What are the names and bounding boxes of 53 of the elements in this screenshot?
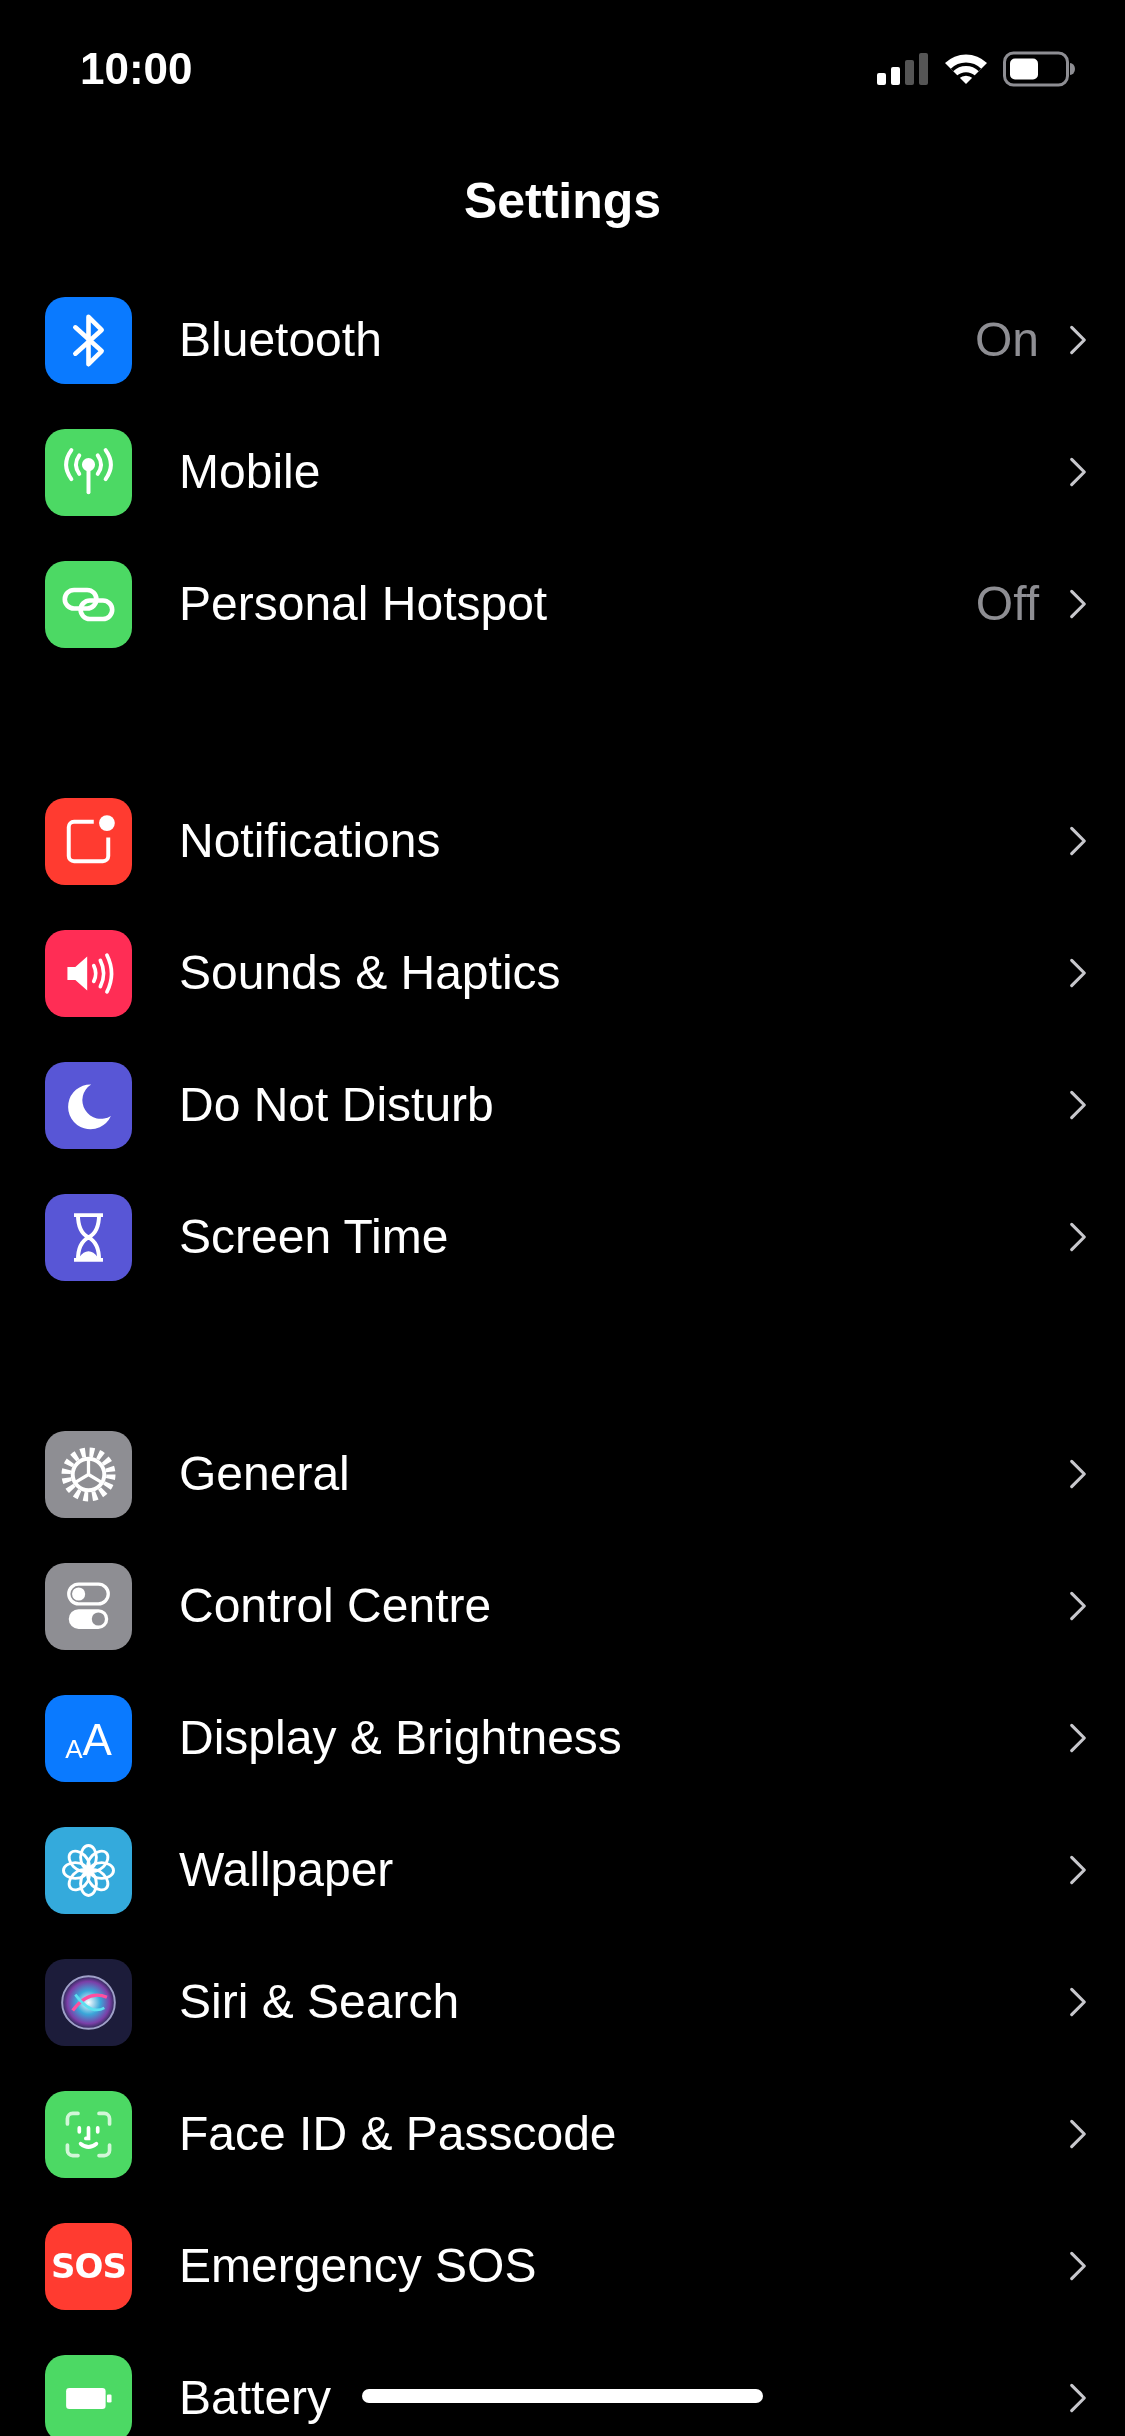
settings-row[interactable]: Bluetooth On — [0, 274, 1125, 406]
row-label: Do Not Disturb — [179, 1077, 494, 1133]
chevron-icon — [1069, 1854, 1087, 1886]
row-label: Siri & Search — [179, 1974, 460, 2030]
row-label: Sounds & Haptics — [179, 945, 561, 1001]
settings-row[interactable]: Siri & Search — [0, 1936, 1125, 2068]
settings-row[interactable]: Face ID & Passcode — [0, 2068, 1125, 2200]
settings-row[interactable]: Do Not Disturb — [0, 1039, 1125, 1171]
row-label: General — [179, 1446, 350, 1502]
settings-row[interactable]: Screen Time — [0, 1171, 1125, 1303]
battery-status-icon — [1003, 51, 1075, 87]
signal-icon — [877, 53, 929, 85]
settings-row[interactable]: AA Display & Brightness — [0, 1672, 1125, 1804]
chevron-icon — [1069, 1722, 1087, 1754]
row-label: Face ID & Passcode — [179, 2106, 617, 2162]
chevron-icon — [1069, 324, 1087, 356]
row-label: Screen Time — [179, 1209, 449, 1265]
row-label: Display & Brightness — [179, 1710, 622, 1766]
chevron-icon — [1069, 1986, 1087, 2018]
row-label: Control Centre — [179, 1578, 492, 1634]
sos-icon: SOS — [45, 2222, 132, 2310]
chevron-icon — [1069, 588, 1087, 620]
settings-row[interactable]: Mobile — [0, 406, 1125, 538]
row-label: Emergency SOS — [179, 2238, 537, 2294]
chevron-icon — [1069, 1089, 1087, 1121]
settings-row[interactable]: Notifications — [0, 775, 1125, 907]
page-title: Settings — [463, 171, 662, 231]
row-value: Off — [975, 576, 1039, 632]
chevron-icon — [1069, 825, 1087, 857]
chevron-icon — [1069, 957, 1087, 989]
row-label: Wallpaper — [179, 1842, 394, 1898]
row-label: Notifications — [179, 813, 441, 869]
row-value: On — [974, 312, 1039, 368]
chevron-icon — [1069, 1221, 1087, 1253]
row-label: Personal Hotspot — [179, 576, 548, 632]
status-time: 10:00 — [80, 43, 193, 95]
settings-row[interactable]: Wallpaper — [0, 1804, 1125, 1936]
row-label: Bluetooth — [179, 312, 382, 368]
settings-row[interactable]: General — [0, 1408, 1125, 1540]
chevron-icon — [1069, 2382, 1087, 2414]
chevron-icon — [1069, 2250, 1087, 2282]
row-label: Mobile — [179, 444, 321, 500]
settings-row[interactable]: Control Centre — [0, 1540, 1125, 1672]
chevron-icon — [1069, 2118, 1087, 2150]
settings-row[interactable]: SOS Emergency SOS — [0, 2200, 1125, 2332]
chevron-icon — [1069, 1458, 1087, 1490]
settings-row[interactable]: Sounds & Haptics — [0, 907, 1125, 1039]
settings-row[interactable]: Personal Hotspot Off — [0, 538, 1125, 670]
display-icon: AA — [45, 1694, 132, 1782]
row-label: Battery — [179, 2370, 332, 2426]
chevron-icon — [1069, 456, 1087, 488]
chevron-icon — [1069, 1590, 1087, 1622]
wifi-icon — [943, 52, 989, 86]
